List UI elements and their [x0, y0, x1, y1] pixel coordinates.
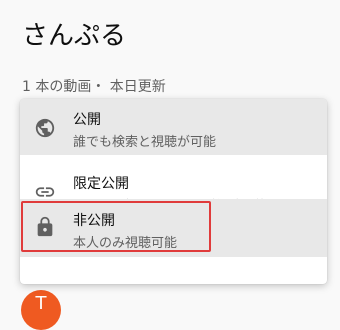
- menu-item-label: 公開: [73, 112, 101, 128]
- globe-icon: [34, 117, 56, 139]
- menu-item-public[interactable]: 公開 誰でも検索と視聴が可能: [20, 99, 327, 155]
- avatar-initial: T: [35, 293, 47, 314]
- visibility-menu: 公開 誰でも検索と視聴が可能 限定公開 リンクを知っている人が視聴可能 非公開 …: [20, 99, 327, 284]
- playlist-title: さんぷる: [22, 21, 127, 51]
- menu-item-label: 限定公開: [73, 176, 129, 192]
- playlist-meta: 1 本の動画・ 本日更新: [22, 79, 166, 95]
- menu-item-description: 誰でも検索と視聴が可能: [73, 135, 217, 150]
- avatar[interactable]: T: [21, 290, 61, 330]
- selection-outline: [21, 201, 211, 252]
